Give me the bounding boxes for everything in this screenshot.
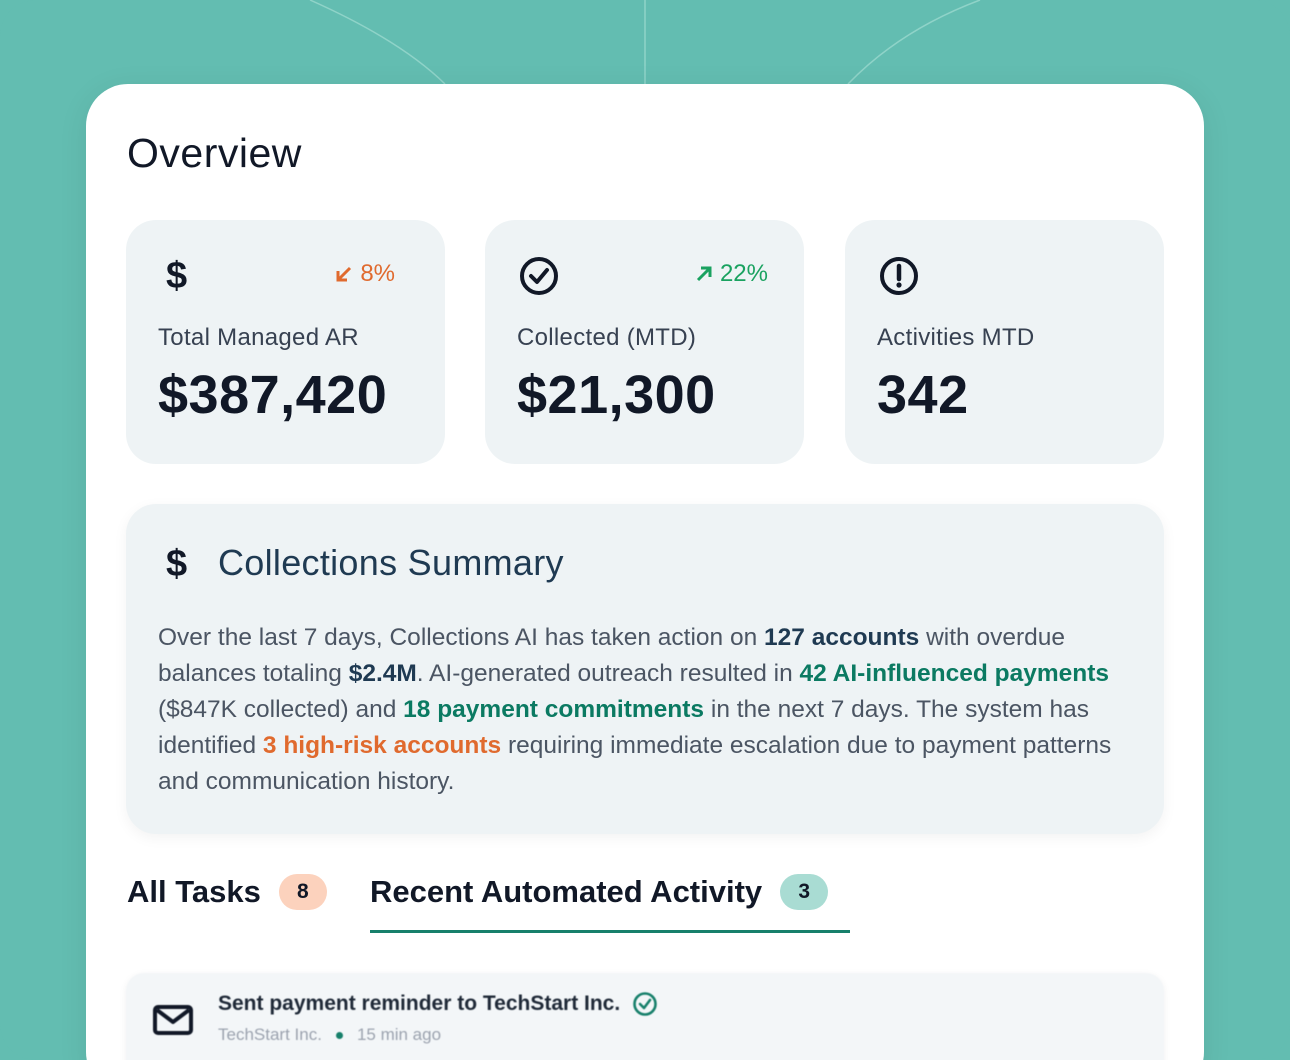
activity-time: 15 min ago xyxy=(356,1025,442,1044)
count-badge: 3 xyxy=(780,874,829,910)
svg-text:$: $ xyxy=(166,255,187,297)
stat-value: $21,300 xyxy=(517,365,716,425)
stat-card-collected: 22% Collected (MTD) $21,300 xyxy=(485,220,804,464)
check-circle-icon xyxy=(520,257,558,295)
tab-label: Recent Automated Activity xyxy=(370,874,763,909)
stat-label: Collected (MTD) xyxy=(517,324,697,351)
active-tab-indicator xyxy=(370,930,850,933)
stat-label: Total Managed AR xyxy=(158,324,359,351)
trend-value: 8% xyxy=(360,260,395,287)
stat-card-total-ar: $ 8% Total Managed AR $387,420 xyxy=(126,220,445,464)
overview-card: Overview $ 8% Total Managed AR $387,420 xyxy=(86,84,1204,1060)
trend-indicator-up: 22% xyxy=(694,260,768,288)
highlight-high-risk: 3 high-risk accounts xyxy=(262,732,502,759)
summary-text: Over the last 7 days, Collections AI has… xyxy=(158,624,1112,795)
trend-indicator-down: 8% xyxy=(334,260,395,288)
mail-icon xyxy=(153,1005,193,1035)
stat-card-activities: Activities MTD 342 xyxy=(845,220,1164,464)
check-circle-icon xyxy=(633,992,658,1016)
arrow-up-right-icon xyxy=(696,266,712,282)
activity-title: Sent payment reminder to TechStart Inc. xyxy=(218,992,621,1015)
highlight-accounts: 127 accounts xyxy=(764,624,920,651)
stat-label: Activities MTD xyxy=(877,324,1035,351)
separator-dot xyxy=(335,1031,343,1039)
tab-all-tasks[interactable]: All Tasks 8 xyxy=(127,874,327,910)
stat-value: $387,420 xyxy=(158,365,388,425)
highlight-commitments: 18 payment commitments xyxy=(403,696,705,723)
arrow-down-left-icon xyxy=(336,266,352,282)
page-title: Overview xyxy=(127,130,302,176)
count-badge: 8 xyxy=(278,874,327,910)
highlight-payments: 42 AI-influenced payments xyxy=(799,660,1110,687)
summary-title: Collections Summary xyxy=(218,542,564,583)
collections-summary-card: $ Collections Summary Over the last 7 da… xyxy=(126,504,1164,834)
svg-text:$: $ xyxy=(166,543,187,585)
app-frame: Overview $ 8% Total Managed AR $387,420 xyxy=(0,0,1290,1060)
tab-recent-automated-activity[interactable]: Recent Automated Activity 3 xyxy=(370,874,829,910)
activity-title-row: Sent payment reminder to TechStart Inc. xyxy=(218,991,658,1017)
dollar-icon: $ xyxy=(166,255,187,297)
tab-label: All Tasks xyxy=(127,874,261,909)
dollar-icon: $ xyxy=(166,543,187,585)
alert-circle-icon xyxy=(880,257,918,295)
stat-value: 342 xyxy=(877,365,969,425)
activity-company: TechStart Inc. xyxy=(218,1025,322,1044)
trend-value: 22% xyxy=(719,260,768,287)
activity-meta: TechStart Inc. 15 min ago xyxy=(218,1025,441,1045)
highlight-balance: $2.4M xyxy=(348,660,417,687)
activity-item[interactable]: Sent payment reminder to TechStart Inc. … xyxy=(126,973,1164,1060)
